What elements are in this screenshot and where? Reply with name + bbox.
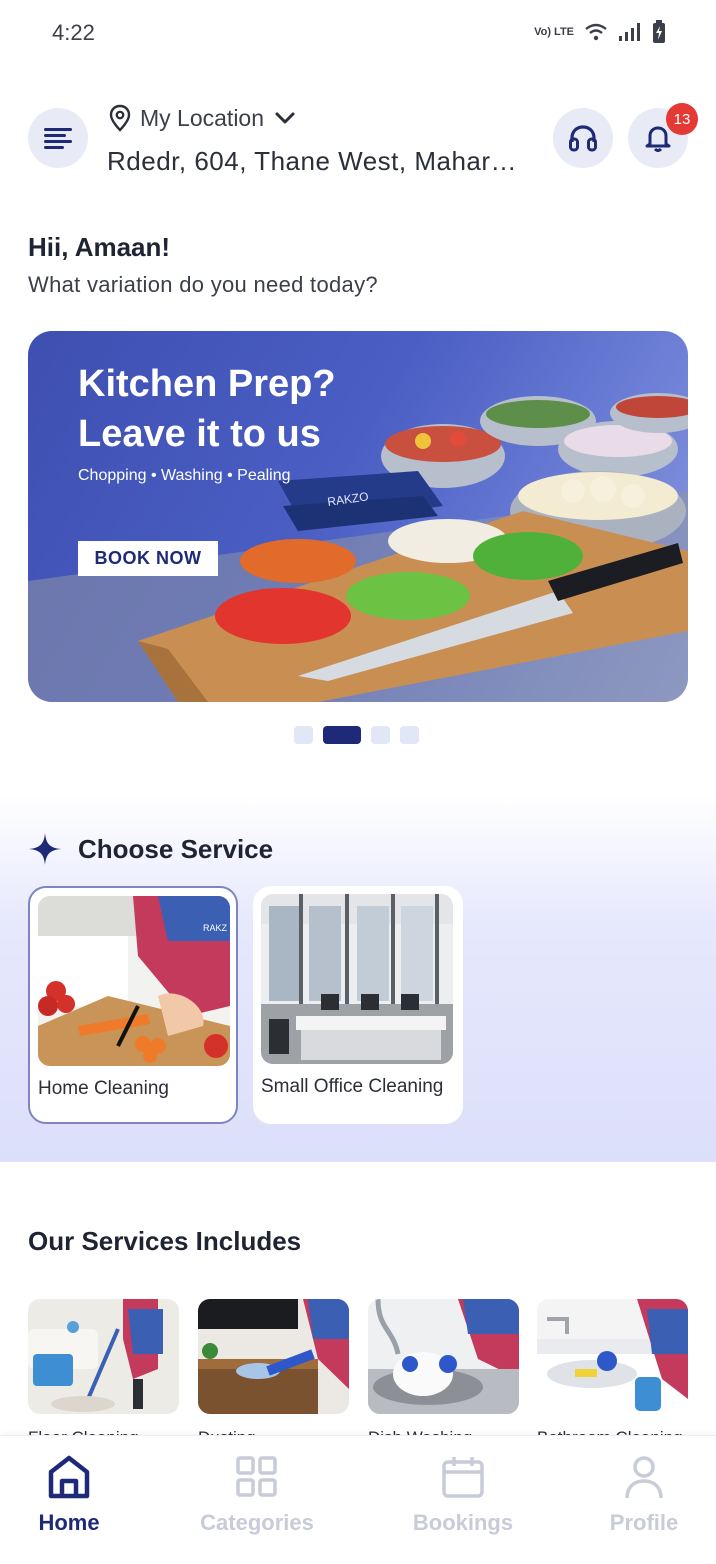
bottom-navigation: Home Categories Bookings Profile [0, 1435, 716, 1564]
book-now-button[interactable]: BOOK NOW [78, 541, 218, 576]
user-icon [625, 1456, 663, 1499]
carousel-dot[interactable] [371, 726, 390, 744]
nav-profile-label: Profile [609, 1510, 679, 1535]
nav-bookings-label: Bookings [412, 1510, 514, 1535]
service-card-label: Small Office Cleaning [261, 1076, 444, 1097]
choose-service-title: Choose Service [78, 833, 274, 864]
service-card-label: Home Cleaning [38, 1078, 169, 1099]
status-time: 4:22 [52, 20, 95, 45]
banner-subtitle: Chopping • Washing • Pealing [78, 467, 291, 484]
carousel-dot[interactable] [400, 726, 419, 744]
banner-title: Kitchen Prep? Leave it to us [78, 363, 336, 455]
service-thumb-dish-washing[interactable] [368, 1299, 519, 1414]
carousel-indicator [294, 726, 419, 744]
service-thumb-bathroom-cleaning[interactable] [537, 1299, 688, 1414]
carousel-dot-active[interactable] [323, 726, 361, 744]
battery-icon [653, 20, 665, 43]
location-address[interactable]: Rdedr, 604, Thane West, Maharashtra [107, 146, 527, 177]
chevron-down-icon [275, 112, 295, 124]
home-cleaning-image: RAKZ [38, 896, 230, 1066]
nav-home[interactable]: Home [30, 1454, 108, 1536]
location-label: My Location [140, 104, 265, 131]
status-bar: 4:22 Vo) LTE [0, 0, 716, 64]
status-icons: Vo) LTE [534, 20, 666, 44]
service-thumb-floor-cleaning[interactable] [28, 1299, 179, 1414]
service-card-small-office-cleaning[interactable]: Small Office Cleaning [253, 886, 463, 1124]
promo-banner[interactable]: RAKZO Kitchen Prep? Leave it to us Chopp… [28, 331, 688, 702]
calendar-icon [442, 1457, 484, 1498]
home-icon [48, 1455, 90, 1499]
nav-home-label: Home [38, 1510, 100, 1535]
nav-profile[interactable]: Profile [606, 1454, 682, 1536]
volte-icon: Vo) LTE [534, 25, 574, 38]
greeting-title: Hii, Amaan! [28, 232, 171, 262]
our-services-title: Our Services Includes [28, 1226, 302, 1256]
menu-button[interactable] [28, 108, 88, 168]
menu-icon [44, 128, 72, 149]
notification-badge: 13 [666, 103, 698, 135]
choose-service-header: Choose Service [28, 832, 273, 866]
service-card-home-cleaning[interactable]: RAKZ Home Cleaning [28, 886, 238, 1124]
support-button[interactable] [553, 108, 613, 168]
nav-categories[interactable]: Categories [196, 1454, 318, 1536]
wifi-icon [585, 23, 607, 41]
grid-icon [236, 1456, 277, 1497]
choose-service-section: Choose Service RAKZ Home Cleaning Small … [0, 796, 716, 1162]
sparkle-icon [29, 833, 61, 865]
location-selector[interactable]: My Location [108, 104, 298, 132]
greeting-subtitle: What variation do you need today? [28, 272, 378, 297]
headphones-icon [569, 125, 597, 152]
home-cleaning-brand: RAKZ [203, 923, 228, 933]
location-pin-icon [109, 104, 131, 132]
nav-categories-label: Categories [200, 1510, 314, 1535]
carousel-dot[interactable] [294, 726, 313, 744]
signal-icon [619, 23, 640, 41]
office-cleaning-image [261, 894, 453, 1064]
service-thumb-dusting[interactable] [198, 1299, 349, 1414]
nav-bookings[interactable]: Bookings [412, 1454, 514, 1536]
